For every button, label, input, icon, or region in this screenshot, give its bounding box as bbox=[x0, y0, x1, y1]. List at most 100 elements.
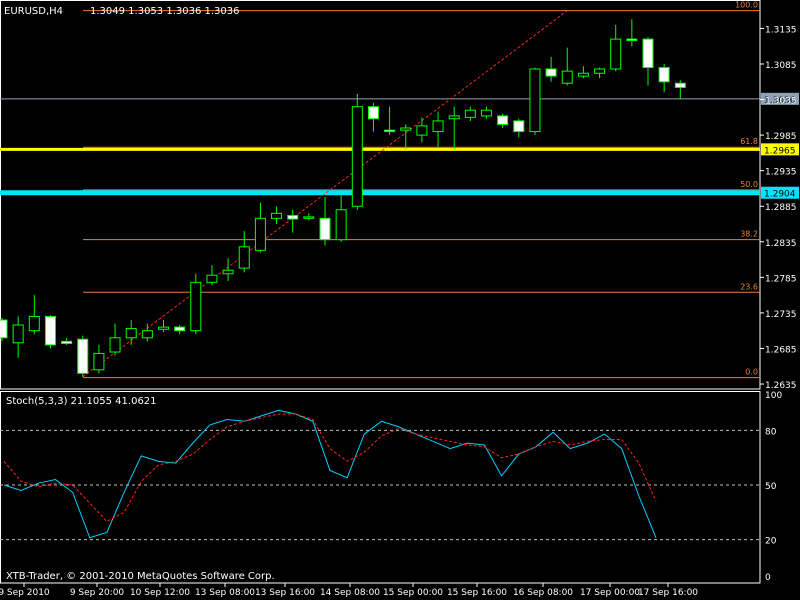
price-tick-label: 1.2685 bbox=[765, 345, 797, 355]
candle-body bbox=[0, 319, 8, 339]
stoch-tick-label: 0 bbox=[765, 573, 771, 583]
time-axis: 9 Sep 2010 9 Sep 20:00 10 Sep 12:00 13 Sep … bbox=[0, 583, 698, 598]
time-tick-label: 9 Sep 20:00 bbox=[70, 588, 125, 598]
candle[interactable] bbox=[545, 56, 557, 82]
candle[interactable] bbox=[626, 19, 638, 47]
candle[interactable] bbox=[400, 124, 412, 150]
stoch-tick-label: 80 bbox=[765, 427, 777, 437]
fib-level-label: 100.0 bbox=[735, 1, 758, 10]
time-tick-label: 9 Sep 2010 bbox=[0, 588, 50, 598]
candle-body bbox=[174, 326, 186, 332]
candle[interactable] bbox=[0, 317, 8, 342]
candle[interactable] bbox=[77, 335, 89, 377]
candle[interactable] bbox=[481, 106, 492, 119]
candle-body bbox=[481, 109, 492, 117]
candle[interactable] bbox=[303, 213, 315, 221]
stochastic-panel[interactable]: 100 80 50 20 0 bbox=[0, 391, 782, 584]
fib-level-label: 50.0 bbox=[740, 180, 758, 189]
candle-body bbox=[674, 82, 686, 88]
price-tick-label: 1.2935 bbox=[765, 168, 797, 178]
candle[interactable] bbox=[254, 202, 266, 253]
candle[interactable] bbox=[577, 66, 589, 79]
chart-canvas[interactable]: 100.0 61.8 50.0 38.2 23.6 0.0 100 80 50 20 0 1.29… bbox=[0, 0, 800, 600]
candle[interactable] bbox=[12, 316, 24, 358]
candle[interactable] bbox=[594, 67, 606, 79]
candle[interactable] bbox=[141, 323, 153, 342]
candle-body bbox=[529, 68, 541, 133]
price-tick-label: 1.3085 bbox=[765, 61, 797, 71]
candle-body bbox=[335, 209, 347, 241]
candle-body bbox=[141, 330, 153, 339]
candle[interactable] bbox=[158, 320, 169, 333]
candle[interactable] bbox=[464, 106, 476, 121]
candle-body bbox=[448, 115, 460, 120]
stoch-tick-label: 100 bbox=[765, 391, 782, 401]
candle-body bbox=[577, 72, 589, 77]
candle-body bbox=[626, 38, 638, 42]
candle-body bbox=[513, 120, 525, 133]
time-tick-label: 15 Sep 16:00 bbox=[447, 588, 507, 598]
candle[interactable] bbox=[174, 324, 186, 335]
candle-body bbox=[109, 337, 121, 353]
candle[interactable] bbox=[206, 265, 218, 286]
candle[interactable] bbox=[642, 36, 654, 86]
candle-body bbox=[125, 328, 137, 339]
candle[interactable] bbox=[93, 344, 105, 374]
candle[interactable] bbox=[238, 231, 250, 273]
candle[interactable] bbox=[674, 80, 686, 99]
time-tick-label: 17 Sep 16:00 bbox=[638, 588, 698, 598]
candle-body bbox=[222, 269, 234, 275]
candle-body bbox=[351, 106, 363, 207]
candle[interactable] bbox=[658, 64, 670, 93]
price-axis: 1.29651.29041.30361.31351.30851.30351.29… bbox=[760, 25, 799, 391]
candle-body bbox=[610, 38, 622, 70]
price-tick-label: 1.2985 bbox=[765, 132, 797, 142]
candle[interactable] bbox=[416, 117, 428, 143]
candle[interactable] bbox=[384, 106, 396, 136]
candle[interactable] bbox=[271, 206, 283, 225]
price-tick-label: 1.2785 bbox=[765, 274, 797, 284]
candle[interactable] bbox=[125, 320, 137, 345]
time-tick-label: 13 Sep 08:00 bbox=[195, 588, 255, 598]
candle[interactable] bbox=[287, 209, 299, 233]
candle-body bbox=[12, 324, 24, 344]
price-level-tag-label: 1.2904 bbox=[764, 190, 796, 200]
time-tick-label: 17 Sep 00:00 bbox=[580, 588, 640, 598]
candle-body bbox=[497, 115, 509, 125]
candle-body bbox=[190, 281, 202, 332]
time-tick-label: 10 Sep 12:00 bbox=[130, 588, 190, 598]
candle[interactable] bbox=[529, 67, 541, 136]
fib-level-label: 23.6 bbox=[740, 282, 758, 291]
price-tick-label: 1.2735 bbox=[765, 310, 797, 320]
candle-body bbox=[77, 338, 89, 374]
price-chart[interactable]: 100.0 61.8 50.0 38.2 23.6 0.0 bbox=[0, 0, 761, 390]
candle[interactable] bbox=[448, 106, 460, 150]
candle[interactable] bbox=[513, 118, 525, 138]
candle[interactable] bbox=[432, 111, 444, 148]
fib-level-label: 0.0 bbox=[745, 368, 758, 377]
candle-body bbox=[61, 340, 73, 344]
candle[interactable] bbox=[44, 315, 56, 349]
candle[interactable] bbox=[190, 273, 202, 335]
candle-body bbox=[594, 68, 606, 74]
time-tick-label: 16 Sep 08:00 bbox=[513, 588, 573, 598]
candle[interactable] bbox=[610, 24, 622, 72]
candle[interactable] bbox=[109, 323, 121, 356]
candle-body bbox=[206, 274, 218, 283]
price-tick-label: 1.2835 bbox=[765, 239, 797, 249]
candle[interactable] bbox=[319, 196, 331, 246]
candle[interactable] bbox=[367, 103, 379, 132]
candle[interactable] bbox=[28, 295, 40, 335]
candle[interactable] bbox=[497, 113, 509, 129]
price-tick-label: 1.3035 bbox=[765, 97, 797, 107]
candle-body bbox=[658, 67, 670, 83]
candle[interactable] bbox=[61, 337, 73, 345]
candle[interactable] bbox=[561, 47, 573, 86]
stoch-main-line[interactable] bbox=[3, 409, 657, 539]
stoch-tick-label: 20 bbox=[765, 537, 777, 547]
candle[interactable] bbox=[335, 195, 347, 242]
candle[interactable] bbox=[351, 93, 363, 210]
candle-body bbox=[28, 315, 40, 332]
stoch-frame bbox=[0, 391, 761, 584]
copyright-label: XTB-Trader, © 2001-2010 MetaQuotes Softw… bbox=[6, 571, 275, 582]
